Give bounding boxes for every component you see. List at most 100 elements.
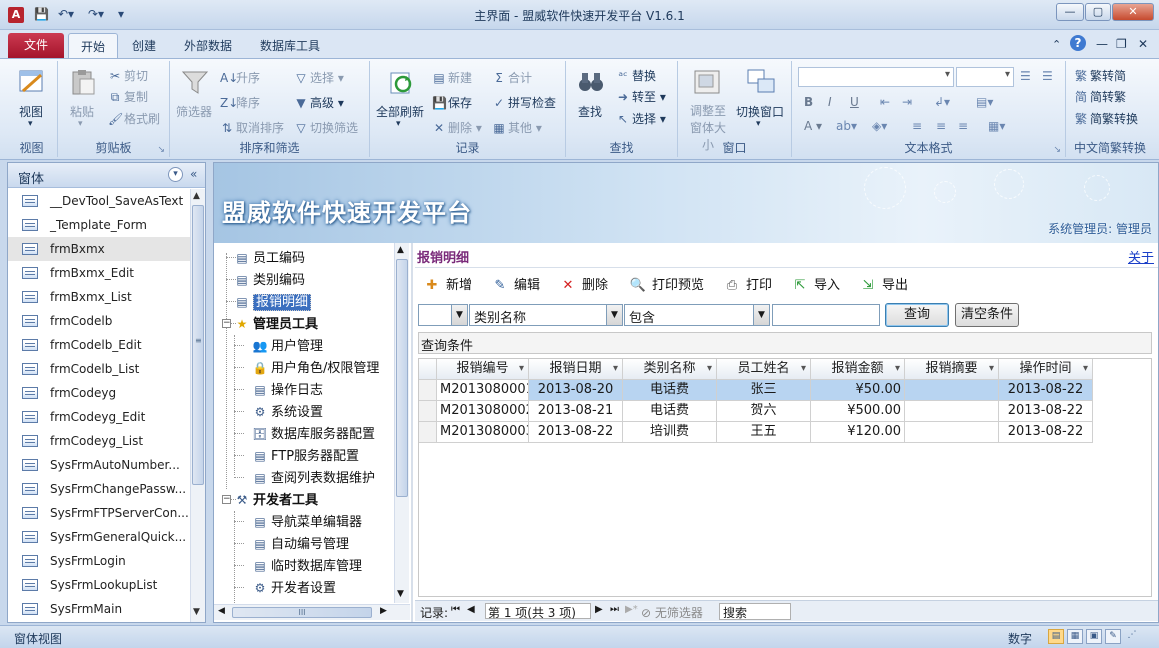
filter-button[interactable]: 筛选器	[176, 103, 212, 120]
tree-item[interactable]: ⚙ 系统设置	[252, 401, 323, 420]
nav-item-form[interactable]: frmCodeyg_List	[8, 429, 190, 453]
tree-item[interactable]: ▤ 类别编码	[234, 269, 305, 288]
table-row[interactable]: M2013080001 2013-08-20 电话费 张三 ¥50.00 2013-08-…	[419, 380, 1151, 401]
tree-item[interactable]: ▤ 操作日志	[252, 379, 323, 398]
nav-item-form[interactable]: SysFrmAutoNumber...	[8, 453, 190, 477]
clear-conditions-button[interactable]: 清空条件	[955, 303, 1019, 327]
column-header[interactable]: 员工姓名	[717, 359, 811, 380]
align-center-icon[interactable]: ≡	[936, 119, 946, 133]
nav-item-form[interactable]: frmCodelb_List	[8, 357, 190, 381]
nav-item-form[interactable]: __DevTool_SaveAsText	[8, 189, 190, 213]
grid-cell[interactable]: ¥120.00	[811, 422, 905, 443]
tree-group[interactable]: ⚒ 开发者工具	[234, 489, 318, 508]
dropdown-arrow-icon[interactable]: ▼	[451, 305, 467, 325]
edit-button[interactable]: ✎ 编辑	[491, 274, 540, 293]
delete-button[interactable]: ✕ 删除	[559, 274, 608, 293]
query-button[interactable]: 查询	[885, 303, 949, 327]
grid-cell[interactable]: 电话费	[623, 401, 717, 422]
nav-item-form[interactable]: SysFrmFTPServerCon...	[8, 501, 190, 525]
switch-window-dropdown-icon[interactable]: ▾	[756, 119, 761, 129]
column-header[interactable]: 操作时间	[999, 359, 1093, 380]
nav-item-form[interactable]: SysFrmChangePassw...	[8, 477, 190, 501]
indent-increase-icon[interactable]: ⇥	[902, 95, 912, 109]
gridlines-icon[interactable]: ▤▾	[976, 95, 993, 109]
totals-button[interactable]: Σ 合计	[492, 69, 532, 86]
column-header[interactable]: 报销摘要	[905, 359, 999, 380]
nav-item-form[interactable]: SysFrmMain	[8, 597, 190, 621]
import-button[interactable]: ⇱ 导入	[791, 274, 840, 293]
find-button[interactable]: 查找	[578, 103, 602, 120]
tree-item[interactable]: ▤ 查阅列表数据维护	[252, 467, 375, 486]
row-selector[interactable]	[419, 380, 437, 401]
filter-operator-select[interactable]: 包含 ▼	[624, 304, 770, 326]
list-bullets-icon[interactable]: ☰	[1020, 69, 1031, 83]
nav-pane-title[interactable]: 窗体	[18, 168, 44, 187]
dialog-launcher-icon[interactable]: ↘	[1053, 145, 1061, 155]
grid-cell[interactable]: 2013-08-22	[999, 380, 1093, 401]
font-size-combo[interactable]	[956, 67, 1014, 87]
scroll-down-icon[interactable]: ▼	[193, 607, 200, 617]
grid-cell[interactable]: 培训费	[623, 422, 717, 443]
format-painter-button[interactable]: 🖌格式刷	[108, 110, 160, 127]
nav-item-form[interactable]: frmCodelb	[8, 309, 190, 333]
column-header[interactable]: 报销编号	[437, 359, 529, 380]
nav-scroll-thumb[interactable]: ≡	[192, 205, 204, 485]
font-color-button[interactable]: A ▾	[804, 119, 822, 133]
maximize-button[interactable]: ▢	[1085, 3, 1111, 21]
grid-cell[interactable]: M2013080002	[437, 401, 529, 422]
tree-item[interactable]: ▤ 员工编码	[234, 247, 305, 266]
nav-item-form[interactable]: SysFrmGeneralQuick...	[8, 525, 190, 549]
font-name-combo[interactable]	[798, 67, 954, 87]
alternate-fill-icon[interactable]: ▦▾	[988, 119, 1005, 133]
tree-hscroll-thumb[interactable]: III	[232, 607, 372, 618]
close-db-icon[interactable]: ✕	[1138, 37, 1148, 51]
datasheet-view-icon[interactable]: ▦	[1067, 629, 1083, 644]
grid-cell[interactable]: ¥500.00	[811, 401, 905, 422]
nav-collapse-icon[interactable]: «	[190, 167, 197, 181]
nav-item-form[interactable]: frmCodeyg_Edit	[8, 405, 190, 429]
nav-item-form[interactable]: SysFrmLookupList	[8, 573, 190, 597]
tree-item[interactable]: ▤ 临时数据库管理	[252, 555, 362, 574]
convert-chinese-button[interactable]: 繁简繁转换	[1074, 110, 1138, 127]
scroll-up-icon[interactable]: ▲	[193, 191, 200, 201]
indent-decrease-icon[interactable]: ⇤	[880, 95, 890, 109]
paste-button[interactable]: 粘贴	[70, 103, 94, 120]
sort-descending-button[interactable]: Z↓降序	[220, 94, 260, 111]
replace-button[interactable]: ᵃᶜ 替换	[616, 67, 656, 84]
grid-cell[interactable]: M2013080003	[437, 422, 529, 443]
next-record-icon[interactable]: ▶	[595, 604, 603, 615]
remove-sort-button[interactable]: ⇅ 取消排序	[220, 119, 284, 136]
record-search-input[interactable]: 搜索	[719, 603, 791, 620]
nav-scrollbar[interactable]: ▲ ≡ ▼	[190, 189, 205, 622]
export-button[interactable]: ⇲ 导出	[859, 274, 908, 293]
view-dropdown-icon[interactable]: ▾	[28, 119, 33, 129]
nav-item-form[interactable]: frmCodeyg	[8, 381, 190, 405]
nav-menu-chevron-icon[interactable]: ▾	[168, 167, 183, 182]
help-icon[interactable]: ?	[1070, 35, 1086, 51]
dropdown-arrow-icon[interactable]: ▼	[753, 305, 769, 325]
tab-external-data[interactable]: 外部数据	[184, 37, 232, 54]
paragraph-direction-icon[interactable]: ↲▾	[934, 95, 950, 109]
advanced-filter-button[interactable]: ▼ 高级 ▾	[294, 94, 343, 111]
refresh-dropdown-icon[interactable]: ▾	[396, 119, 401, 129]
refresh-all-button[interactable]: 全部刷新	[376, 103, 424, 120]
tree-item[interactable]: 👥 用户管理	[252, 335, 324, 354]
row-selector[interactable]	[419, 422, 437, 443]
grid-cell[interactable]: 2013-08-22	[999, 401, 1093, 422]
italic-button[interactable]: I	[828, 95, 832, 109]
tree-item[interactable]: ⚙ 开发者设置	[252, 577, 336, 596]
close-button[interactable]: ✕	[1112, 3, 1154, 21]
delete-record-button[interactable]: ✕ 删除 ▾	[432, 119, 482, 136]
underline-button[interactable]: U	[850, 95, 859, 109]
align-left-icon[interactable]: ≡	[912, 119, 922, 133]
tree-item[interactable]: ▤ 自动编号管理	[252, 533, 349, 552]
grid-cell[interactable]	[905, 401, 999, 422]
toggle-filter-button[interactable]: ▽ 切换筛选	[294, 119, 358, 136]
tree-item[interactable]: ▤ FTP服务器配置	[252, 445, 359, 464]
grid-cell[interactable]	[905, 422, 999, 443]
row-selector[interactable]	[419, 401, 437, 422]
restore-minimize-icon[interactable]: —	[1096, 37, 1108, 51]
list-numbers-icon[interactable]: ☰	[1042, 69, 1053, 83]
tree-horizontal-scrollbar[interactable]: ◀ III ▶	[214, 604, 410, 620]
resize-grip-icon[interactable]: ⋰	[1124, 629, 1140, 644]
